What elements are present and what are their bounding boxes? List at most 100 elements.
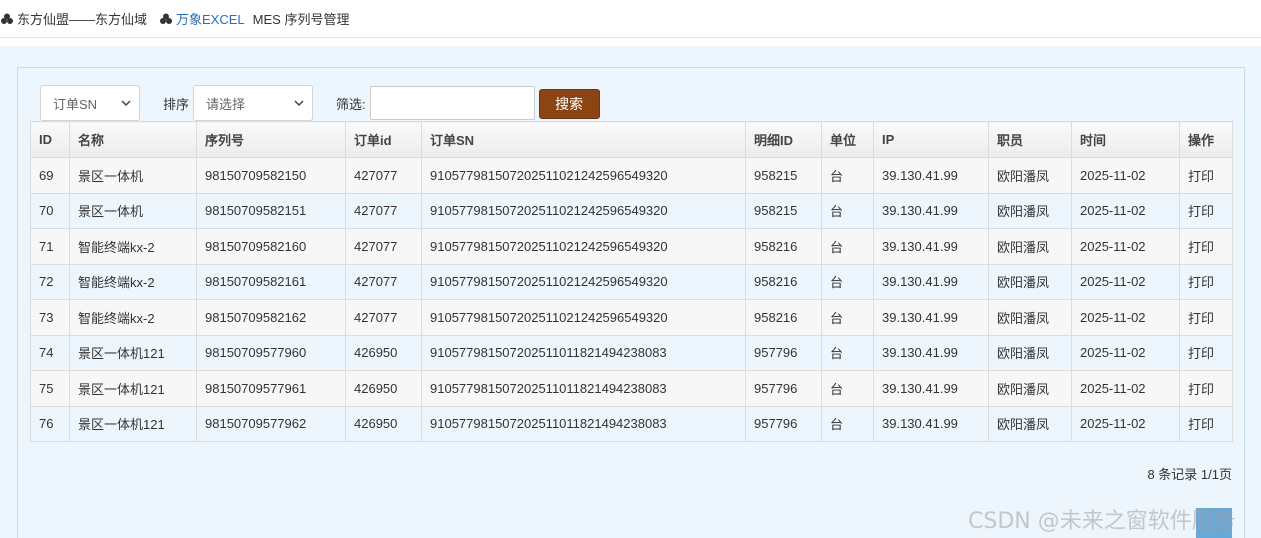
table-cell: 427077: [345, 192, 422, 229]
table-header-row: ID 名称 序列号 订单id 订单SN 明细ID 单位 IP 职员 时间 操作: [30, 121, 1233, 158]
column-header[interactable]: 名称: [69, 121, 197, 158]
table-cell: 39.130.41.99: [873, 228, 989, 265]
table-cell: 69: [30, 157, 70, 194]
table-cell: 39.130.41.99: [873, 192, 989, 229]
print-action[interactable]: 打印: [1179, 263, 1233, 300]
order-field-select-value: 订单SN: [53, 96, 98, 112]
table-cell: 957796: [745, 334, 822, 371]
column-header[interactable]: ID: [30, 121, 70, 158]
table-cell: 欧阳潘凤: [988, 370, 1072, 407]
chevron-down-icon: [121, 100, 131, 107]
table-row[interactable]: 70 景区一体机 98150709582151 427077 9105779815072…: [30, 192, 1233, 229]
table-cell: 98150709577960: [196, 334, 346, 371]
table-row[interactable]: 74 景区一体机121 98150709577960 426950 9105779815…: [30, 334, 1233, 371]
table-row[interactable]: 73 智能终端kx-2 98150709582162 427077 9105779815…: [30, 299, 1233, 336]
table-cell: 910577981507202511021242596549320: [421, 299, 746, 336]
table-cell: 智能终端kx-2: [69, 228, 197, 265]
table-cell: 欧阳潘凤: [988, 157, 1072, 194]
breadcrumb-item-root[interactable]: 东方仙盟——东方仙域: [0, 9, 147, 28]
breadcrumb-item-excel[interactable]: 万象EXCEL: [155, 9, 245, 28]
table-cell: 欧阳潘凤: [988, 228, 1072, 265]
table-cell: 426950: [345, 334, 422, 371]
table-cell: 2025-11-02: [1071, 157, 1180, 194]
pagination-summary: 8 条记录 1/1页: [1147, 467, 1232, 482]
breadcrumb: 东方仙盟——东方仙域 万象EXCEL MES 序列号管理: [0, 0, 1261, 38]
table-cell: 426950: [345, 405, 422, 442]
cubes-icon: [160, 13, 173, 24]
table-cell: 台: [821, 334, 874, 371]
column-header[interactable]: 单位: [821, 121, 874, 158]
column-header[interactable]: 明细ID: [745, 121, 822, 158]
print-action[interactable]: 打印: [1179, 157, 1233, 194]
breadcrumb-item-current: MES 序列号管理: [253, 9, 350, 28]
column-header[interactable]: 序列号: [196, 121, 346, 158]
table-row[interactable]: 75 景区一体机121 98150709577961 426950 9105779815…: [30, 370, 1233, 407]
table-cell: 98150709582160: [196, 228, 346, 265]
table-cell: 957796: [745, 405, 822, 442]
table-cell: 景区一体机: [69, 192, 197, 229]
print-action[interactable]: 打印: [1179, 299, 1233, 336]
table-cell: 76: [30, 405, 70, 442]
table-cell: 2025-11-02: [1071, 370, 1180, 407]
table-cell: 2025-11-02: [1071, 192, 1180, 229]
table-cell: 427077: [345, 228, 422, 265]
column-header[interactable]: 时间: [1071, 121, 1180, 158]
table-cell: 75: [30, 370, 70, 407]
table-cell: 73: [30, 299, 70, 336]
sort-label: 排序: [163, 96, 190, 112]
table-cell: 71: [30, 228, 70, 265]
column-header[interactable]: 订单SN: [421, 121, 746, 158]
table-cell: 欧阳潘凤: [988, 263, 1072, 300]
table-row[interactable]: 69 景区一体机 98150709582150 427077 9105779815072…: [30, 157, 1233, 194]
table-cell: 欧阳潘凤: [988, 192, 1072, 229]
column-header[interactable]: 操作: [1179, 121, 1233, 158]
table-cell: 39.130.41.99: [873, 157, 989, 194]
table-cell: 欧阳潘凤: [988, 299, 1072, 336]
table-row[interactable]: 76 景区一体机121 98150709577962 426950 9105779815…: [30, 405, 1233, 442]
table-cell: 39.130.41.99: [873, 263, 989, 300]
table-cell: 958216: [745, 228, 822, 265]
print-action[interactable]: 打印: [1179, 405, 1233, 442]
table-cell: 427077: [345, 157, 422, 194]
print-action[interactable]: 打印: [1179, 334, 1233, 371]
table-cell: 910577981507202511011821494238083: [421, 405, 746, 442]
order-field-select[interactable]: 订单SN: [40, 85, 140, 121]
print-action[interactable]: 打印: [1179, 228, 1233, 265]
table-cell: 910577981507202511021242596549320: [421, 192, 746, 229]
print-action[interactable]: 打印: [1179, 370, 1233, 407]
table-cell: 910577981507202511021242596549320: [421, 263, 746, 300]
table-cell: 910577981507202511011821494238083: [421, 334, 746, 371]
sort-select[interactable]: 请选择: [193, 85, 314, 121]
table-cell: 958216: [745, 263, 822, 300]
table-cell: 景区一体机121: [69, 405, 197, 442]
watermark: CSDN @未来之窗软件服务: [968, 509, 1236, 534]
table-cell: 957796: [745, 370, 822, 407]
table-cell: 39.130.41.99: [873, 370, 989, 407]
table-cell: 427077: [345, 299, 422, 336]
table-cell: 2025-11-02: [1071, 299, 1180, 336]
table-cell: 39.130.41.99: [873, 299, 989, 336]
table-cell: 74: [30, 334, 70, 371]
table-cell: 2025-11-02: [1071, 228, 1180, 265]
sort-select-value: 请选择: [206, 96, 246, 112]
print-action[interactable]: 打印: [1179, 192, 1233, 229]
table-cell: 72: [30, 263, 70, 300]
search-button[interactable]: 搜索: [538, 89, 600, 119]
serial-table: ID 名称 序列号 订单id 订单SN 明细ID 单位 IP 职员 时间 操作 69 景区一体机 981…: [30, 121, 1233, 442]
table-row[interactable]: 72 智能终端kx-2 98150709582161 427077 9105779815…: [30, 263, 1233, 300]
column-header[interactable]: IP: [873, 121, 989, 158]
table-cell: 台: [821, 299, 874, 336]
table-cell: 98150709582162: [196, 299, 346, 336]
breadcrumb-link[interactable]: 万象EXCEL: [176, 9, 245, 28]
table-cell: 台: [821, 192, 874, 229]
chevron-down-icon: [294, 100, 304, 107]
filter-label: 筛选:: [336, 96, 366, 112]
table-cell: 2025-11-02: [1071, 334, 1180, 371]
table-cell: 958215: [745, 157, 822, 194]
column-header[interactable]: 职员: [988, 121, 1072, 158]
table-cell: 98150709582150: [196, 157, 346, 194]
table-cell: 958215: [745, 192, 822, 229]
table-row[interactable]: 71 智能终端kx-2 98150709582160 427077 9105779815…: [30, 228, 1233, 265]
column-header[interactable]: 订单id: [345, 121, 422, 158]
filter-input[interactable]: [369, 86, 535, 120]
